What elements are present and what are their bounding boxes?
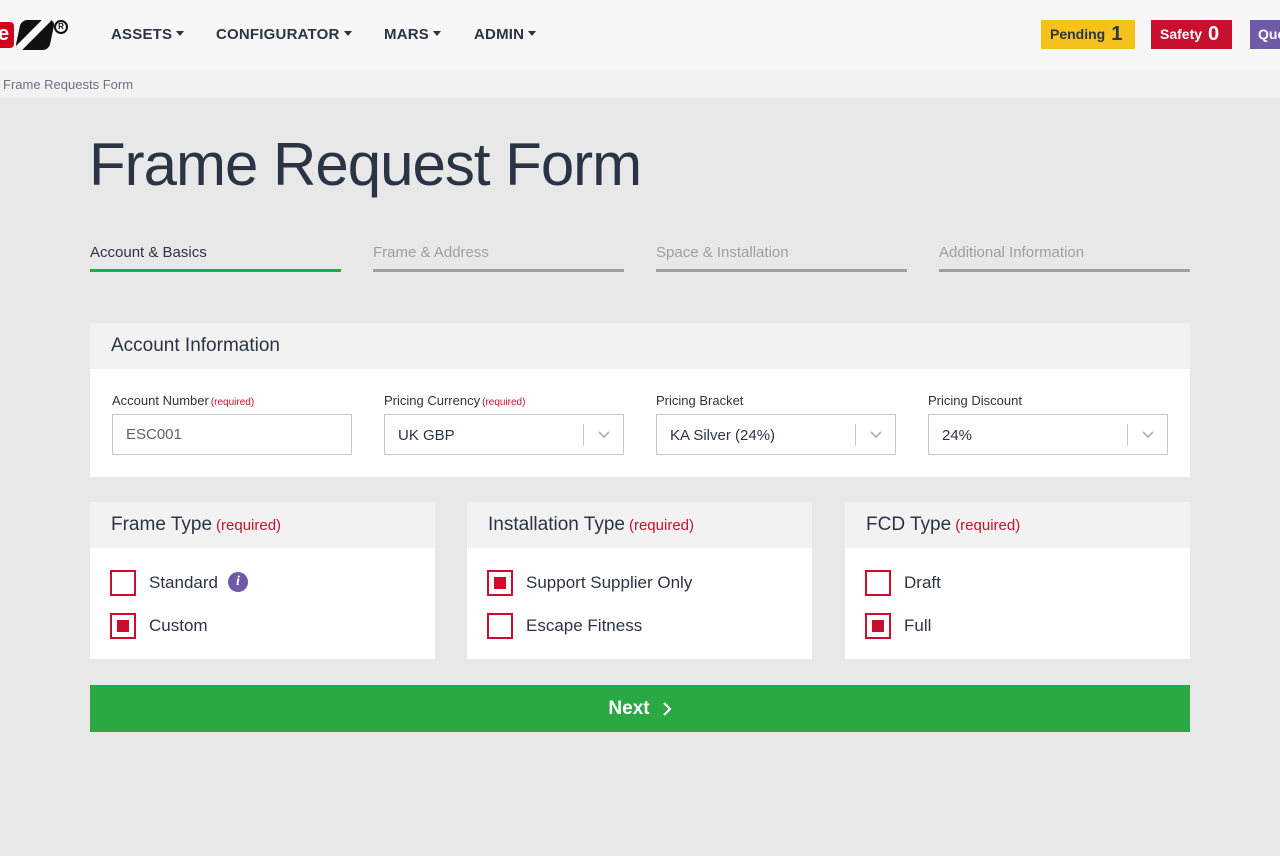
step-progress-bar bbox=[373, 269, 624, 272]
step-progress-bar bbox=[939, 269, 1190, 272]
registered-mark-icon: R bbox=[54, 20, 68, 34]
page-title: Frame Request Form bbox=[89, 131, 642, 198]
card-title: Account Information bbox=[111, 335, 280, 356]
nav-mars-menu[interactable]: MARS bbox=[384, 26, 441, 43]
pending-badge[interactable]: Pending 1 bbox=[1041, 20, 1135, 49]
card-title: Frame Type bbox=[111, 514, 213, 535]
nav-admin-menu[interactable]: ADMIN bbox=[474, 26, 537, 43]
card-title: FCD Type bbox=[866, 514, 952, 535]
pending-count: 1 bbox=[1111, 23, 1123, 45]
card-header: Account Information bbox=[90, 323, 1190, 369]
chevron-right-icon bbox=[662, 702, 672, 716]
frame-type-card: Frame Type (required) Standard i Custom bbox=[90, 502, 435, 659]
safety-badge[interactable]: Safety 0 bbox=[1151, 20, 1232, 49]
checkbox-full[interactable] bbox=[865, 613, 891, 639]
checkbox-standard[interactable] bbox=[110, 570, 136, 596]
step-progress-bar bbox=[656, 269, 907, 272]
step-account-basics[interactable]: Account & Basics bbox=[90, 244, 341, 274]
pricing-discount-field: Pricing Discount 24% bbox=[928, 393, 1168, 455]
account-information-card: Account Information Account Number (requi… bbox=[90, 323, 1190, 477]
checkbox-support-supplier-only[interactable] bbox=[487, 570, 513, 596]
checkbox-draft[interactable] bbox=[865, 570, 891, 596]
pricing-bracket-select[interactable]: KA Silver (24%) bbox=[656, 414, 896, 455]
fcd-type-card: FCD Type (required) Draft Full bbox=[845, 502, 1190, 659]
account-number-field: Account Number (required) bbox=[112, 393, 352, 455]
caret-down-icon bbox=[528, 31, 537, 36]
chevron-down-icon bbox=[870, 431, 882, 439]
caret-down-icon bbox=[176, 31, 185, 36]
step-frame-address[interactable]: Frame & Address bbox=[373, 244, 624, 274]
next-button[interactable]: Next bbox=[90, 685, 1190, 732]
breadcrumb-current: Frame Requests Form bbox=[3, 77, 134, 92]
account-number-input[interactable] bbox=[126, 426, 326, 443]
pricing-discount-select[interactable]: 24% bbox=[928, 414, 1168, 455]
caret-down-icon bbox=[432, 31, 441, 36]
queue-badge[interactable]: Que bbox=[1250, 20, 1280, 49]
nav-configurator-menu[interactable]: CONFIGURATOR bbox=[216, 26, 352, 43]
chevron-down-icon bbox=[1142, 431, 1154, 439]
safety-count: 0 bbox=[1208, 23, 1220, 45]
card-title: Installation Type bbox=[488, 514, 625, 535]
installation-type-card: Installation Type (required) Support Supp… bbox=[467, 502, 812, 659]
pricing-currency-select[interactable]: UK GBP bbox=[384, 414, 624, 455]
step-space-installation[interactable]: Space & Installation bbox=[656, 244, 907, 274]
breadcrumb: Frame Requests Form bbox=[0, 70, 1280, 98]
caret-down-icon bbox=[343, 31, 352, 36]
pricing-currency-field: Pricing Currency (required) UK GBP bbox=[384, 393, 624, 455]
nav-assets-menu[interactable]: ASSETS bbox=[111, 26, 185, 43]
brand-logo[interactable]: e R bbox=[0, 20, 72, 50]
logo-letter: e bbox=[0, 23, 10, 45]
info-icon[interactable]: i bbox=[228, 572, 248, 592]
top-navbar: e R ASSETS CONFIGURATOR MARS ADMIN Pendi… bbox=[0, 0, 1280, 70]
checkbox-custom[interactable] bbox=[110, 613, 136, 639]
chevron-down-icon bbox=[598, 431, 610, 439]
step-additional-information[interactable]: Additional Information bbox=[939, 244, 1190, 274]
pricing-bracket-field: Pricing Bracket KA Silver (24%) bbox=[656, 393, 896, 455]
step-progress-bar bbox=[90, 269, 341, 272]
checkbox-escape-fitness[interactable] bbox=[487, 613, 513, 639]
